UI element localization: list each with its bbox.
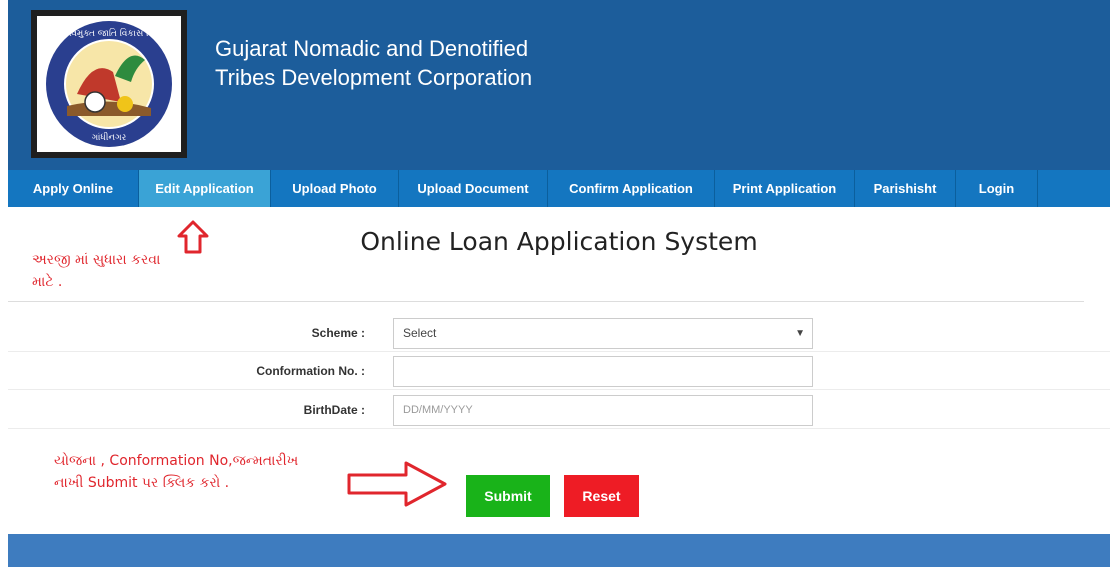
right-arrow-icon	[347, 461, 447, 507]
up-arrow-icon	[177, 220, 209, 254]
page-frame: અને વિમુક્ત જાતિ વિકાસ નિગમ ગાંધીનગર Guj…	[8, 0, 1110, 567]
annotation-overlay	[177, 220, 447, 507]
